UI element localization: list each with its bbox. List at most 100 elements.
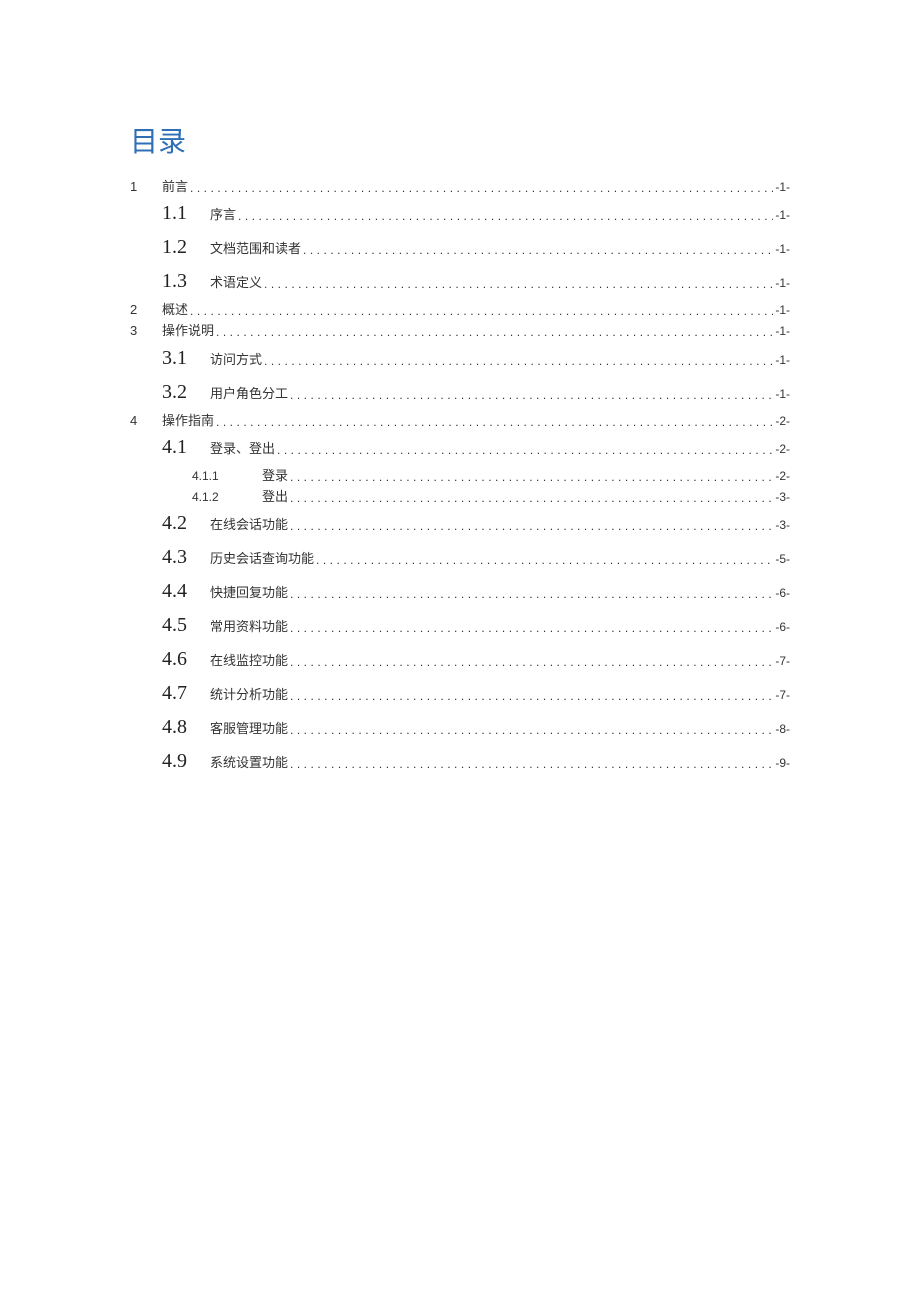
toc-leader-dots — [290, 722, 773, 739]
toc-entry-title: 操作指南 — [162, 412, 214, 430]
toc-section-number: 4.5 — [162, 611, 196, 639]
toc-page-number: -1- — [775, 302, 790, 319]
toc-page-number: -3- — [775, 489, 790, 506]
toc-entry-title: 统计分析功能 — [210, 686, 288, 704]
toc-entry[interactable]: 1.1 序言 -1- — [130, 199, 790, 227]
toc-leader-dots — [264, 276, 773, 293]
toc-entry[interactable]: 4.9 系统设置功能 -9- — [130, 747, 790, 775]
toc-section-number: 3.1 — [162, 344, 196, 372]
toc-chapter-number: 4 — [130, 412, 162, 430]
toc-entry[interactable]: 3.2 用户角色分工 -1- — [130, 378, 790, 406]
toc-leader-dots — [290, 654, 773, 671]
toc-subsection-number: 4.1.2 — [192, 489, 226, 506]
toc-entry-title: 用户角色分工 — [210, 385, 288, 403]
toc-leader-dots — [277, 442, 773, 459]
toc-leader-dots — [290, 469, 773, 486]
toc-entry[interactable]: 1前言-1- — [130, 178, 790, 196]
toc-entry[interactable]: 2概述 -1- — [130, 301, 790, 319]
toc-page-number: -2- — [775, 413, 790, 430]
toc-entry-title: 快捷回复功能 — [210, 584, 288, 602]
toc-entry[interactable]: 1.3 术语定义 -1- — [130, 267, 790, 295]
toc-entry-title: 登录 — [262, 467, 288, 485]
toc-entry[interactable]: 3.1 访问方式 -1- — [130, 344, 790, 372]
toc-entry[interactable]: 4.3 历史会话查询功能 -5- — [130, 543, 790, 571]
toc-page-number: -6- — [775, 619, 790, 636]
toc-entry-title: 术语定义 — [210, 274, 262, 292]
toc-entry[interactable]: 4.8 客服管理功能 -8- — [130, 713, 790, 741]
toc-entry[interactable]: 4.1.1 登录 -2- — [130, 467, 790, 485]
toc-page-number: -1- — [775, 207, 790, 224]
toc-page-number: -2- — [775, 468, 790, 485]
toc-page-number: -3- — [775, 517, 790, 534]
toc-section-number: 4.3 — [162, 543, 196, 571]
toc-chapter-number: 1 — [130, 178, 162, 196]
toc-entry-title: 访问方式 — [210, 351, 262, 369]
toc-title: 目录 — [130, 120, 790, 160]
toc-page-number: -8- — [775, 721, 790, 738]
toc-entry-title: 登出 — [262, 488, 288, 506]
toc-leader-dots — [290, 490, 773, 507]
toc-page-number: -1- — [775, 275, 790, 292]
toc-entry[interactable]: 4.4快捷回复功能-6- — [130, 577, 790, 605]
toc-entry-title: 在线会话功能 — [210, 516, 288, 534]
toc-chapter-number: 3 — [130, 322, 162, 340]
toc-subsection-number: 4.1.1 — [192, 468, 226, 485]
toc-entry-title: 序言 — [210, 206, 236, 224]
toc-entry-title: 文档范围和读者 — [210, 240, 301, 258]
toc-section-number: 3.2 — [162, 378, 196, 406]
toc-leader-dots — [216, 414, 773, 431]
toc-page-number: -7- — [775, 687, 790, 704]
toc-entry-title: 概述 — [162, 301, 188, 319]
toc-section-number: 4.9 — [162, 747, 196, 775]
toc-section-number: 4.8 — [162, 713, 196, 741]
toc-leader-dots — [303, 242, 773, 259]
toc-entry[interactable]: 4.7 统计分析功能 -7- — [130, 679, 790, 707]
toc-chapter-number: 2 — [130, 301, 162, 319]
toc-page-number: -7- — [775, 653, 790, 670]
toc-section-number: 1.2 — [162, 233, 196, 261]
toc-leader-dots — [190, 180, 773, 197]
toc-entry-title: 系统设置功能 — [210, 754, 288, 772]
toc-leader-dots — [290, 688, 773, 705]
toc-page-number: -1- — [775, 179, 790, 196]
toc-leader-dots — [290, 387, 773, 404]
toc-entry-title: 操作说明 — [162, 322, 214, 340]
toc-page-number: -1- — [775, 241, 790, 258]
toc-page-number: -5- — [775, 551, 790, 568]
toc-leader-dots — [264, 353, 773, 370]
toc-section-number: 4.6 — [162, 645, 196, 673]
toc-entry[interactable]: 4.1登录、登出-2- — [130, 433, 790, 461]
toc-entry-title: 客服管理功能 — [210, 720, 288, 738]
toc-page-number: -2- — [775, 441, 790, 458]
toc-leader-dots — [290, 586, 773, 603]
toc-leader-dots — [216, 324, 773, 341]
toc-entry-title: 在线监控功能 — [210, 652, 288, 670]
toc-leader-dots — [190, 303, 773, 320]
toc-section-number: 1.3 — [162, 267, 196, 295]
toc-section-number: 4.4 — [162, 577, 196, 605]
toc-page-number: -9- — [775, 755, 790, 772]
toc-leader-dots — [316, 552, 773, 569]
toc-page-number: -1- — [775, 352, 790, 369]
toc-leader-dots — [290, 756, 773, 773]
toc-entry[interactable]: 1.2 文档范围和读者 -1- — [130, 233, 790, 261]
toc-entry[interactable]: 4操作指南 -2- — [130, 412, 790, 430]
toc-section-number: 1.1 — [162, 199, 196, 227]
toc-leader-dots — [238, 208, 773, 225]
toc-leader-dots — [290, 620, 773, 637]
toc-section-number: 4.1 — [162, 433, 196, 461]
toc-container: 1前言-1-1.1序言-1-1.2文档范围和读者-1-1.3术语定义-1-2概述… — [130, 178, 790, 775]
toc-page-number: -1- — [775, 386, 790, 403]
toc-section-number: 4.2 — [162, 509, 196, 537]
toc-section-number: 4.7 — [162, 679, 196, 707]
toc-entry-title: 常用资料功能 — [210, 618, 288, 636]
toc-entry[interactable]: 4.1.2 登出 -3- — [130, 488, 790, 506]
toc-entry[interactable]: 4.6 在线监控功能 -7- — [130, 645, 790, 673]
toc-entry[interactable]: 3操作说明 -1- — [130, 322, 790, 340]
toc-entry[interactable]: 4.2 在线会话功能 -3- — [130, 509, 790, 537]
document-page: 目录 1前言-1- 1.1 序言 -1- 1.2 文档范围和读者 -1- 1.3 术语定义 -1-… — [0, 0, 920, 775]
toc-leader-dots — [290, 518, 773, 535]
toc-entry-title: 历史会话查询功能 — [210, 550, 314, 568]
toc-page-number: -1- — [775, 323, 790, 340]
toc-entry[interactable]: 4.5 常用资料功能 -6- — [130, 611, 790, 639]
